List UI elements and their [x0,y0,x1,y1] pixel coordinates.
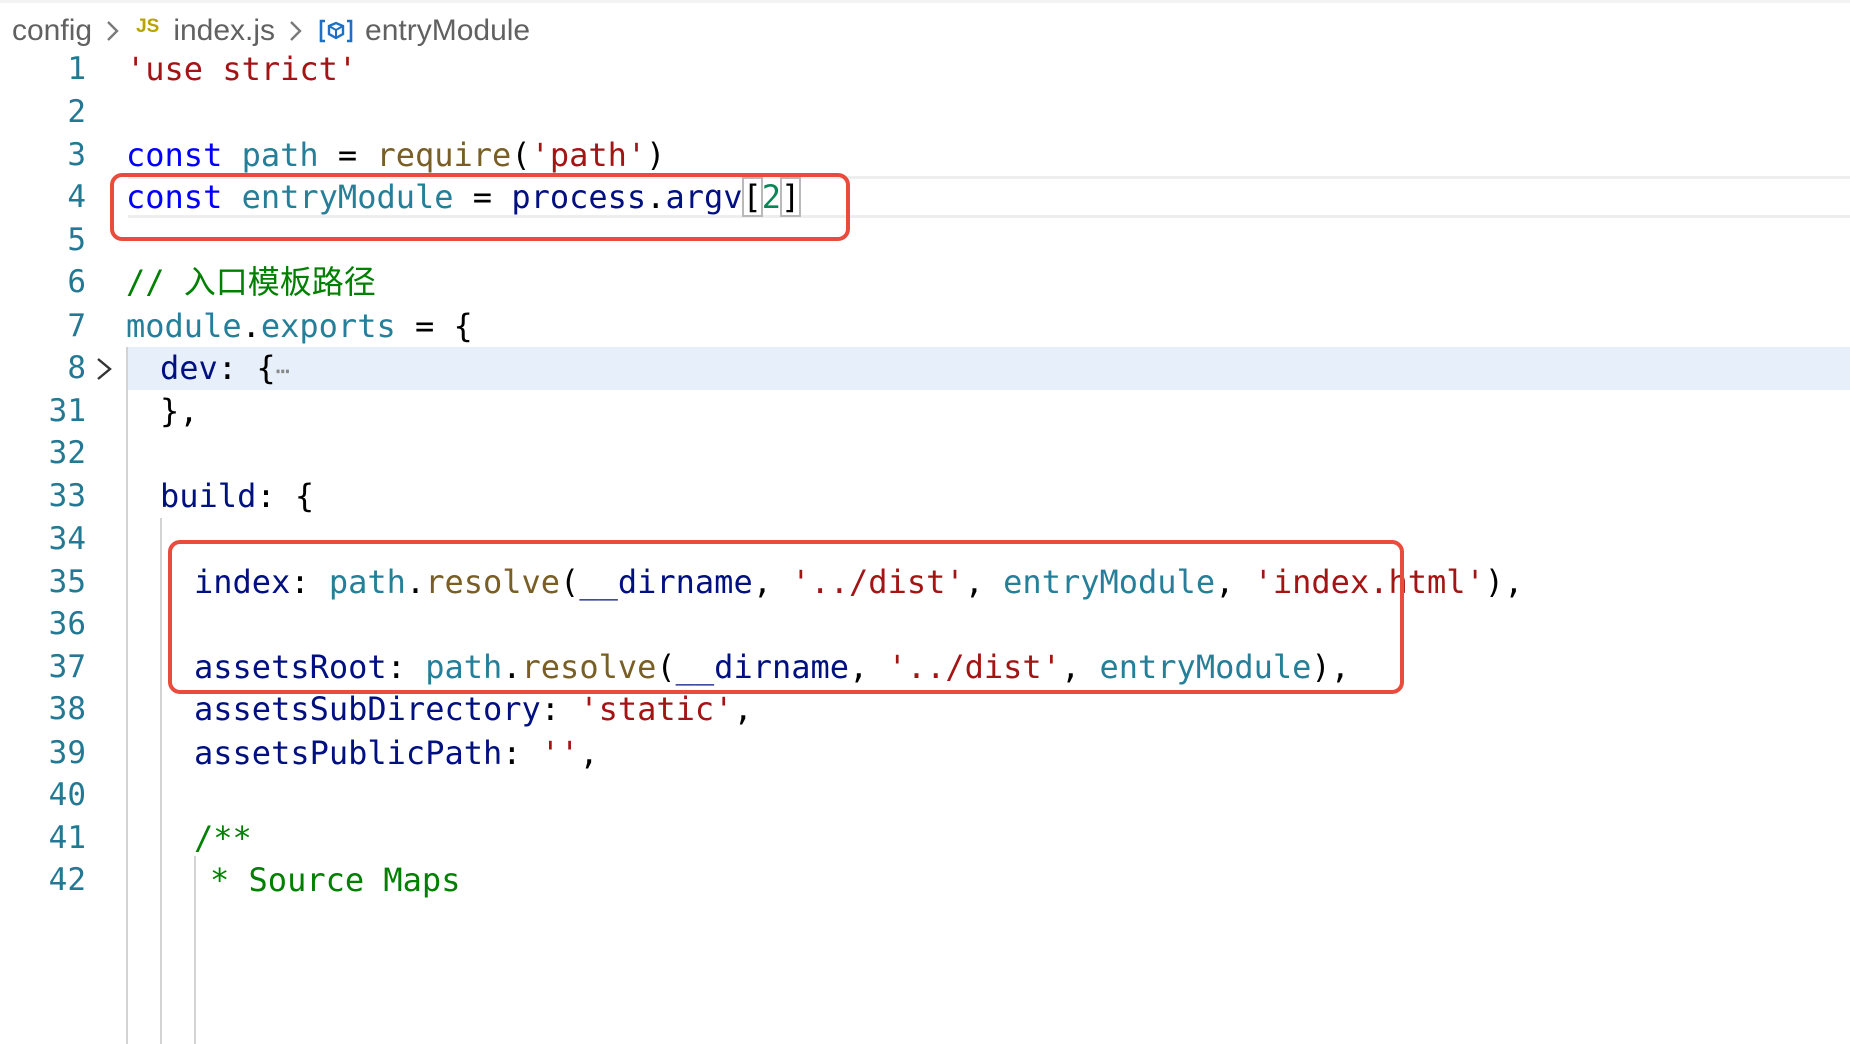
chevron-right-icon [281,17,309,45]
paren-token: ) [646,136,666,174]
string-token: 'static' [579,690,734,728]
comma-token: , [579,734,599,772]
code-line-31[interactable]: }, [160,387,199,435]
paren-token: ( [511,136,531,174]
indent-guide [194,856,196,1044]
dot-token: . [241,307,261,345]
line-number: 39 [48,735,86,771]
folded-line-highlight [128,347,1850,390]
comma-token: , [733,690,753,728]
operator-token: = { [395,307,473,345]
breadcrumb-file[interactable]: index.js [173,14,275,48]
annotation-box-entry-module [110,173,850,241]
operator-token: : { [256,477,315,515]
key-token: build [160,477,257,515]
operator-token: : [502,734,541,772]
code-line-42[interactable]: * Source Maps [210,856,460,904]
code-line-39[interactable]: assetsPublicPath: '', [194,729,599,777]
line-number: 2 [67,94,86,130]
line-number: 5 [67,222,86,258]
code-line-41[interactable]: /** [194,814,252,862]
property-token: exports [260,307,396,345]
breadcrumb-folder[interactable]: config [12,14,92,48]
fold-chevron-right-icon[interactable] [92,353,116,385]
string-token: 'path' [530,136,647,174]
line-number: 38 [48,691,86,727]
line-number: 3 [67,137,86,173]
line-number: 32 [48,435,86,471]
operator-token: = [318,136,377,174]
line-number: 7 [67,308,86,344]
chevron-right-icon [98,17,126,45]
code-line-6[interactable]: // 入口模板路径 [126,258,376,306]
line-number: 6 [67,264,86,300]
operator-token: : [540,690,580,728]
code-line-3[interactable]: const path = require('path') [126,131,665,179]
string-token: '' [540,734,580,772]
variable-symbol-icon [319,18,353,44]
variable-token: path [241,136,319,174]
editor-top-border [0,0,1850,3]
line-number: 40 [48,777,86,813]
key-token: dev [160,349,218,387]
line-number: 37 [48,649,86,685]
line-number: 1 [67,51,86,87]
js-file-icon: JS [136,16,160,37]
line-number: 4 [67,179,86,215]
code-line-7[interactable]: module.exports = { [126,302,473,350]
line-number: 35 [48,564,86,600]
line-number: 34 [48,521,86,557]
line-number: 31 [48,393,86,429]
indent-guide [126,347,128,1044]
code-line-33[interactable]: build: { [160,472,314,520]
comment-token: /** [194,819,252,857]
brace-token: }, [160,392,199,430]
line-number: 33 [48,478,86,514]
annotation-box-build-paths [168,540,1404,694]
function-token: require [376,136,512,174]
keyword-token: const [126,136,223,174]
line-number: 41 [48,820,86,856]
comment-token: * Source Maps [210,861,461,899]
operator-token: : { [217,349,276,387]
line-number: 42 [48,862,86,898]
object-token: module [126,307,242,345]
key-token: assetsSubDirectory [194,690,541,728]
indent-guide [160,518,162,1044]
key-token: assetsPublicPath [194,734,503,772]
folded-ellipsis[interactable]: ⋯ [276,357,290,385]
paren-token: ), [1484,563,1524,601]
breadcrumb-symbol[interactable]: entryModule [365,14,530,48]
comment-token: // 入口模板路径 [126,263,376,301]
string-token: 'use strict' [126,50,358,88]
line-number: 36 [48,606,86,642]
line-number: 8 [67,350,86,386]
code-line-1[interactable]: 'use strict' [126,45,357,93]
